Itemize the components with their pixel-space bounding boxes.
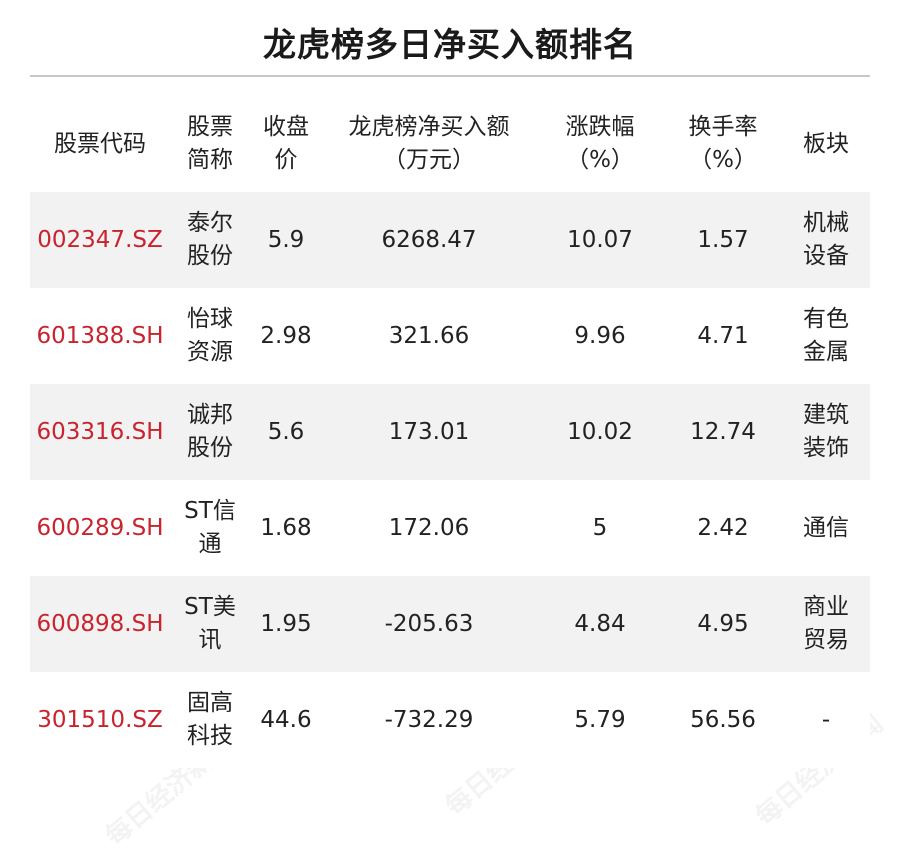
- cell-code: 600898.SH: [36, 610, 164, 637]
- cell-sector: 通信: [803, 514, 849, 541]
- cell-sector: -: [821, 706, 831, 733]
- cell-change: 5.79: [574, 706, 626, 733]
- header-name: 股票简称: [187, 114, 233, 173]
- cell-code: 600289.SH: [36, 514, 164, 541]
- cell-net-buy: 172.06: [388, 514, 470, 541]
- cell-name: 泰尔股份: [187, 210, 233, 269]
- cell-name: 固高科技: [187, 690, 233, 749]
- cell-close: 5.9: [267, 226, 305, 253]
- table-row: 002347.SZ 泰尔股份 5.9 6268.47 10.07 1.57 机械…: [30, 192, 870, 288]
- cell-code: 002347.SZ: [37, 226, 163, 253]
- table-row: 603316.SH 诚邦股份 5.6 173.01 10.02 12.74 建筑…: [30, 384, 870, 480]
- cell-net-buy: -732.29: [384, 706, 474, 733]
- cell-close: 1.95: [260, 610, 312, 637]
- table-row: 600289.SH ST信通 1.68 172.06 5 2.42 通信: [30, 480, 870, 576]
- cell-close: 5.6: [267, 418, 305, 445]
- cell-turnover: 1.57: [697, 226, 749, 253]
- cell-sector: 机械设备: [803, 210, 849, 269]
- cell-close: 2.98: [260, 322, 312, 349]
- cell-change: 4.84: [574, 610, 626, 637]
- cell-change: 10.02: [567, 418, 633, 445]
- cell-name: 怡球资源: [187, 306, 233, 365]
- header-close: 收盘价: [263, 114, 309, 173]
- header-sector: 板块: [803, 130, 849, 157]
- cell-name: ST信通: [184, 498, 236, 557]
- cell-net-buy: 173.01: [388, 418, 470, 445]
- cell-name: ST美讯: [184, 594, 236, 653]
- table-row: 600898.SH ST美讯 1.95 -205.63 4.84 4.95 商业…: [30, 576, 870, 672]
- cell-turnover: 2.42: [697, 514, 749, 541]
- cell-close: 44.6: [260, 706, 312, 733]
- cell-code: 301510.SZ: [37, 706, 163, 733]
- header-turnover: 换手率（%）: [688, 114, 758, 173]
- cell-change: 10.07: [567, 226, 633, 253]
- ranking-table: 股票代码 股票简称 收盘价 龙虎榜净买入额（万元） 涨跌幅（%） 换手率（%） …: [30, 96, 870, 768]
- table-row: 601388.SH 怡球资源 2.98 321.66 9.96 4.71 有色金…: [30, 288, 870, 384]
- cell-code: 603316.SH: [36, 418, 164, 445]
- cell-close: 1.68: [260, 514, 312, 541]
- cell-sector: 建筑装饰: [803, 402, 849, 461]
- cell-turnover: 12.74: [690, 418, 756, 445]
- page-title: 龙虎榜多日净买入额排名: [263, 25, 637, 64]
- cell-net-buy: -205.63: [384, 610, 474, 637]
- header-net-buy: 龙虎榜净买入额（万元）: [348, 114, 510, 173]
- cell-turnover: 4.95: [697, 610, 749, 637]
- cell-code: 601388.SH: [36, 322, 164, 349]
- cell-turnover: 56.56: [690, 706, 756, 733]
- cell-sector: 商业贸易: [803, 594, 849, 653]
- cell-name: 诚邦股份: [187, 402, 233, 461]
- title-divider: [30, 75, 870, 77]
- table-header-row: 股票代码 股票简称 收盘价 龙虎榜净买入额（万元） 涨跌幅（%） 换手率（%） …: [30, 96, 870, 192]
- header-change: 涨跌幅（%）: [565, 114, 635, 173]
- table-row: 301510.SZ 固高科技 44.6 -732.29 5.79 56.56 -: [30, 672, 870, 768]
- cell-change: 9.96: [574, 322, 626, 349]
- cell-change: 5: [592, 514, 608, 541]
- cell-sector: 有色金属: [803, 306, 849, 365]
- cell-net-buy: 321.66: [388, 322, 470, 349]
- cell-net-buy: 6268.47: [381, 226, 477, 253]
- header-code: 股票代码: [54, 130, 146, 157]
- cell-turnover: 4.71: [697, 322, 749, 349]
